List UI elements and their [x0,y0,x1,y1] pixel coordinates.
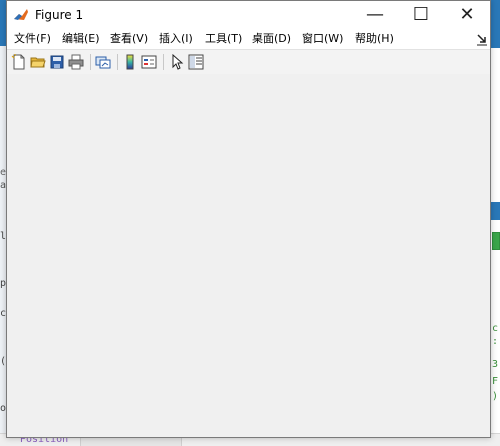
close-button[interactable]: ✕ [444,1,490,29]
background-right-band [490,202,500,220]
link-plot-icon[interactable] [95,54,111,70]
dock-figure-icon[interactable] [476,32,488,46]
menu-window[interactable]: 窗口(W) [302,32,343,46]
menu-view[interactable]: 查看(V) [110,32,148,46]
background-right-text: c [491,323,498,334]
background-right-text: : [491,336,498,347]
matlab-logo-icon [13,7,29,23]
menu-edit[interactable]: 编辑(E) [62,32,100,46]
background-run-button [492,232,500,250]
save-icon[interactable] [49,54,65,70]
maximize-button[interactable]: ☐ [398,1,444,29]
background-right-text: ) [491,391,498,402]
toolbar-separator [117,54,118,70]
menu-bar: 文件(F) 编辑(E) 查看(V) 插入(I) 工具(T) 桌面(D) 窗口(W… [7,29,490,49]
new-figure-icon[interactable] [11,54,27,70]
figure-toolbar [7,49,490,75]
figure-window: Figure 1 — ☐ ✕ 文件(F) 编辑(E) 查看(V) 插入(I) 工… [6,0,491,438]
menu-file[interactable]: 文件(F) [14,32,51,46]
edit-plot-arrow-icon[interactable] [169,54,185,70]
close-icon: ✕ [459,4,475,25]
background-right-text: 3 [491,359,498,370]
toolbar-separator [163,54,164,70]
property-inspector-icon[interactable] [188,54,204,70]
open-file-icon[interactable] [30,54,46,70]
insert-legend-icon[interactable] [141,54,157,70]
menu-help[interactable]: 帮助(H) [355,32,394,46]
minimize-icon: — [366,4,384,25]
window-title: Figure 1 [35,8,84,22]
menu-tools[interactable]: 工具(T) [205,32,242,46]
toolbar-separator [90,54,91,70]
figure-canvas[interactable] [7,74,490,437]
background-right-header [490,0,500,48]
menu-insert[interactable]: 插入(I) [159,32,193,46]
title-bar[interactable]: Figure 1 — ☐ ✕ [7,1,490,29]
menu-desktop[interactable]: 桌面(D) [252,32,291,46]
print-icon[interactable] [68,54,84,70]
insert-colorbar-icon[interactable] [122,54,138,70]
maximize-icon: ☐ [412,4,430,25]
minimize-button[interactable]: — [352,1,398,29]
background-right-text: F [491,376,498,387]
